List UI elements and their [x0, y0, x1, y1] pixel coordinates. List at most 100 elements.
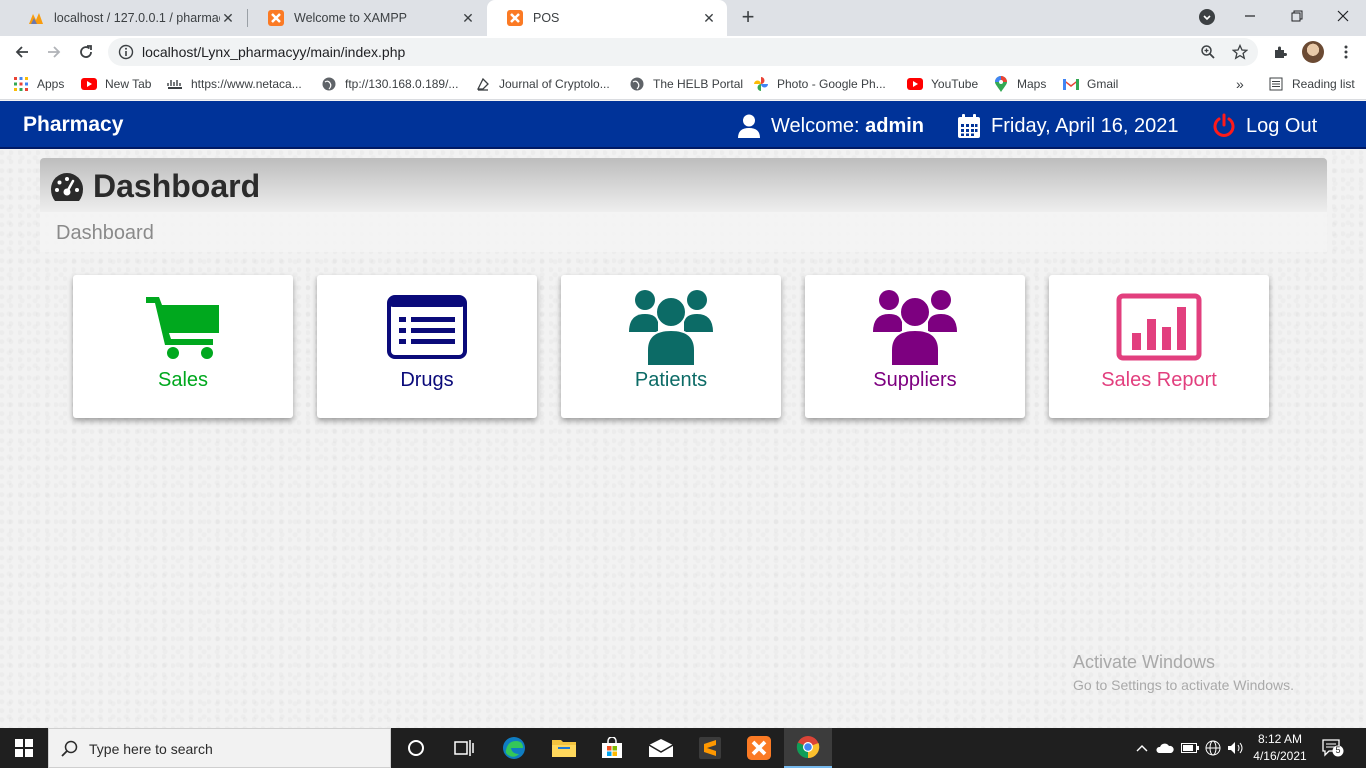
tile-suppliers[interactable]: Suppliers: [805, 275, 1025, 418]
chrome-app[interactable]: [784, 728, 832, 768]
info-icon[interactable]: [118, 44, 134, 60]
tile-drugs[interactable]: Drugs: [317, 275, 537, 418]
tab-xampp[interactable]: Welcome to XAMPP ✕: [248, 0, 486, 36]
bookmark-label: New Tab: [105, 77, 152, 91]
star-icon[interactable]: [1232, 44, 1248, 60]
bookmark-journal[interactable]: Journal of Cryptolo...: [475, 76, 610, 92]
mail-icon: [649, 739, 673, 757]
xampp-app[interactable]: [735, 728, 783, 768]
store-icon: [602, 737, 622, 758]
action-center-button[interactable]: 5: [1322, 739, 1344, 757]
battery-icon[interactable]: [1181, 739, 1199, 757]
bookmark-helb[interactable]: The HELB Portal: [629, 76, 743, 92]
users-icon: [561, 289, 781, 366]
bookmark-label: Photo - Google Ph...: [777, 77, 886, 91]
close-window-button[interactable]: [1320, 0, 1366, 32]
tab-title: Welcome to XAMPP: [294, 11, 408, 25]
back-button[interactable]: [10, 40, 34, 64]
bookmarks-overflow-button[interactable]: »: [1236, 76, 1244, 92]
forward-button[interactable]: [42, 40, 66, 64]
reload-button[interactable]: [74, 40, 98, 64]
cart-icon: [73, 289, 293, 365]
tile-label: Patients: [634, 369, 708, 391]
minimize-button[interactable]: [1227, 0, 1273, 32]
close-tab-icon[interactable]: ✕: [220, 10, 236, 26]
tile-sales-report[interactable]: Sales Report: [1049, 275, 1269, 418]
bookmark-google-photos[interactable]: Photo - Google Ph...: [753, 76, 886, 92]
zoom-icon[interactable]: [1200, 44, 1216, 60]
tile-label: Sales: [157, 369, 209, 391]
search-icon: [61, 740, 78, 757]
extensions-icon[interactable]: [1272, 44, 1288, 60]
bookmark-apps[interactable]: Apps: [13, 76, 64, 92]
welcome-label: Welcome:: [771, 114, 866, 137]
bookmark-gmail[interactable]: Gmail: [1063, 76, 1118, 92]
tab-search-icon[interactable]: [1199, 9, 1215, 25]
close-tab-icon[interactable]: ✕: [460, 10, 476, 26]
phpmyadmin-icon: [29, 13, 43, 24]
bookmark-netacad[interactable]: https://www.netaca...: [167, 76, 302, 92]
bookmark-label: ftp://130.168.0.189/...: [345, 77, 459, 91]
cisco-icon: [167, 76, 183, 92]
bookmark-new-tab[interactable]: New Tab: [81, 76, 151, 92]
xampp-icon: [268, 10, 284, 26]
start-button[interactable]: [0, 728, 48, 768]
reading-list-button[interactable]: Reading list: [1268, 76, 1355, 92]
sublime-text-app[interactable]: [686, 728, 734, 768]
gmail-icon: [1063, 76, 1079, 92]
clock-time: 8:12 AM: [1257, 732, 1303, 746]
taskbar-search-box[interactable]: Type here to search: [48, 728, 391, 768]
url-text[interactable]: localhost/Lynx_pharmacyy/main/index.php: [142, 44, 405, 60]
chrome-icon: [796, 736, 820, 759]
profile-avatar[interactable]: [1302, 41, 1324, 63]
tile-label: Suppliers: [873, 369, 957, 391]
notification-count: 5: [1335, 745, 1341, 755]
menu-dots-icon[interactable]: [1338, 44, 1354, 60]
edge-app[interactable]: [490, 728, 538, 768]
youtube-icon: [907, 76, 923, 92]
app-brand[interactable]: Pharmacy: [23, 113, 123, 137]
bookmark-youtube[interactable]: YouTube: [907, 76, 978, 92]
search-placeholder: Type here to search: [89, 741, 213, 757]
bookmark-ftp[interactable]: ftp://130.168.0.189/...: [321, 76, 458, 92]
tab-title: localhost / 127.0.0.1 / pharmacy: [54, 11, 220, 25]
browser-tab-bar: localhost / 127.0.0.1 / pharmacy ✕ Welco…: [0, 0, 1366, 36]
folder-icon: [552, 740, 576, 757]
google-photos-icon: [753, 76, 769, 92]
new-tab-button[interactable]: +: [736, 6, 760, 30]
logout-link[interactable]: Log Out: [1212, 113, 1317, 139]
tile-sales[interactable]: Sales: [73, 275, 293, 418]
youtube-icon: [81, 76, 97, 92]
tile-patients[interactable]: Patients: [561, 275, 781, 418]
task-view-button[interactable]: [440, 728, 488, 768]
show-hidden-icons-icon[interactable]: [1133, 739, 1151, 757]
tab-pos[interactable]: POS ✕: [487, 0, 727, 36]
store-app[interactable]: [588, 728, 636, 768]
welcome-user: Welcome: admin: [737, 113, 924, 139]
watermark-subtitle: Go to Settings to activate Windows.: [1073, 677, 1294, 693]
volume-icon[interactable]: [1227, 739, 1245, 757]
cortana-button[interactable]: [392, 728, 440, 768]
restore-button[interactable]: [1274, 0, 1320, 32]
bookmark-maps[interactable]: Maps: [993, 76, 1046, 92]
mail-app[interactable]: [637, 728, 685, 768]
bookmarks-bar: Apps New Tab https://www.netaca... ftp:/…: [0, 68, 1366, 100]
system-clock[interactable]: 8:12 AM 4/16/2021: [1250, 731, 1310, 765]
xampp-icon: [507, 10, 523, 26]
file-explorer-app[interactable]: [540, 728, 588, 768]
bookmark-label: Gmail: [1087, 77, 1119, 91]
address-bar[interactable]: localhost/Lynx_pharmacyy/main/index.php: [108, 38, 1258, 66]
network-globe-icon[interactable]: [1204, 739, 1222, 757]
main-content: Dashboard Dashboard Sales Drugs Patients…: [0, 150, 1366, 728]
bar-chart-icon: [1049, 289, 1269, 365]
tab-title: POS: [533, 11, 560, 25]
activate-windows-watermark: Activate Windows Go to Settings to activ…: [1073, 652, 1294, 693]
page-title: Dashboard: [93, 168, 261, 204]
user-icon: [737, 113, 761, 139]
onedrive-icon[interactable]: [1156, 739, 1174, 757]
close-tab-icon[interactable]: ✕: [701, 10, 717, 26]
bookmark-label: The HELB Portal: [653, 77, 744, 91]
dashboard-icon: [51, 173, 83, 201]
tab-phpmyadmin[interactable]: localhost / 127.0.0.1 / pharmacy ✕: [8, 0, 246, 36]
current-date: Friday, April 16, 2021: [957, 113, 1179, 139]
